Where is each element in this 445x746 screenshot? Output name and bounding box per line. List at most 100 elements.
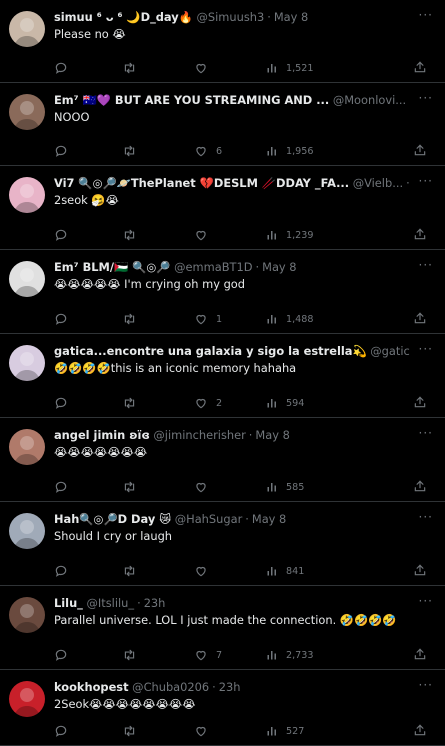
views-button[interactable]: 1,521 — [266, 58, 313, 78]
retweet-button[interactable] — [122, 645, 145, 665]
author-handle[interactable]: @Simuush3 — [197, 10, 265, 24]
more-icon[interactable]: ··· — [419, 173, 433, 190]
author-name[interactable]: Hah🔍◎🔎D Day 😿 — [54, 512, 171, 526]
like-button[interactable] — [194, 225, 216, 245]
views-button[interactable]: 841 — [266, 561, 304, 581]
like-button[interactable]: 1 — [194, 309, 222, 329]
like-button[interactable]: 2 — [194, 393, 222, 413]
views-button[interactable]: 585 — [266, 477, 304, 497]
like-button[interactable] — [194, 561, 216, 581]
tweet-item[interactable]: Vi7 🔍◎🔎🪐ThePlanet 💔DESLM 🥢DDAY _FA... @V… — [0, 166, 445, 250]
share-button[interactable] — [413, 721, 433, 741]
reply-button[interactable] — [54, 561, 76, 581]
author-handle[interactable]: @jimincherisher — [153, 428, 245, 442]
avatar[interactable] — [9, 429, 45, 465]
retweet-button[interactable] — [122, 58, 145, 78]
timestamp[interactable]: May 8 — [274, 10, 308, 24]
author-name[interactable]: Em⁷ BLM/🇵🇸 🔍◎🔎 — [54, 260, 171, 274]
tweet-item[interactable]: gatica...encontre una galaxia y sigo la … — [0, 334, 445, 418]
more-icon[interactable]: ··· — [419, 7, 433, 24]
more-icon[interactable]: ··· — [419, 341, 433, 358]
avatar[interactable] — [9, 94, 45, 130]
more-icon[interactable]: ··· — [419, 593, 433, 610]
author-name[interactable]: kookhopest — [54, 680, 129, 694]
retweet-button[interactable] — [122, 225, 145, 245]
author-handle[interactable]: @gaticafl — [370, 344, 410, 358]
reply-button[interactable] — [54, 393, 76, 413]
author-name[interactable]: Em⁷ 🇦🇺💜 BUT ARE YOU STREAMING AND ... — [54, 93, 329, 107]
author-handle[interactable]: @emmaBT1D — [174, 260, 252, 274]
author-handle[interactable]: @Chuba0206 — [132, 680, 209, 694]
tweet-item[interactable]: kookhopest @Chuba0206 · 23h ··· 2Seok😭😭😭😭😭😭😭… — [0, 670, 445, 746]
author-handle[interactable]: @HahSugar — [175, 512, 243, 526]
views-button[interactable]: 1,239 — [266, 225, 313, 245]
share-button[interactable] — [413, 393, 433, 413]
more-icon[interactable]: ··· — [419, 509, 433, 526]
views-button[interactable]: 1,488 — [266, 309, 313, 329]
like-button[interactable] — [194, 721, 216, 741]
avatar[interactable] — [9, 177, 45, 213]
reply-button[interactable] — [54, 309, 76, 329]
retweet-button[interactable] — [122, 561, 145, 581]
timestamp[interactable]: 23h — [219, 680, 241, 694]
retweet-button[interactable] — [122, 393, 145, 413]
views-button[interactable]: 594 — [266, 393, 304, 413]
reply-button[interactable] — [54, 477, 76, 497]
avatar[interactable] — [9, 513, 45, 549]
retweet-button[interactable] — [122, 477, 145, 497]
author-name[interactable]: angel jimin ʚïɞ — [54, 428, 150, 442]
retweet-button[interactable] — [122, 721, 145, 741]
like-button[interactable] — [194, 477, 216, 497]
more-icon[interactable]: ··· — [419, 425, 433, 442]
like-button[interactable]: 7 — [194, 645, 222, 665]
tweet-item[interactable]: Em⁷ 🇦🇺💜 BUT ARE YOU STREAMING AND ... @M… — [0, 83, 445, 166]
author-name[interactable]: Lilu_ — [54, 596, 83, 610]
author-handle[interactable]: @Itslilu_ — [87, 596, 135, 610]
share-button[interactable] — [413, 645, 433, 665]
avatar[interactable] — [9, 681, 45, 717]
reply-button[interactable] — [54, 721, 76, 741]
reply-icon — [54, 724, 68, 738]
tweet-text: 2seok 🤧😭 — [54, 193, 119, 207]
reply-button[interactable] — [54, 141, 76, 161]
share-button[interactable] — [413, 477, 433, 497]
tweet-item[interactable]: Em⁷ BLM/🇵🇸 🔍◎🔎 @emmaBT1D · May 8 ··· 😭😭😭😭😭 I… — [0, 250, 445, 334]
timestamp[interactable]: 23h — [144, 596, 166, 610]
author-name[interactable]: simuu ⁶ ᴗ ⁶ 🌙D_day🔥 — [54, 10, 193, 24]
reply-button[interactable] — [54, 225, 76, 245]
timestamp[interactable]: May 8 — [262, 260, 296, 274]
share-button[interactable] — [413, 309, 433, 329]
author-name[interactable]: gatica...encontre una galaxia y sigo la … — [54, 344, 367, 358]
timestamp[interactable]: May 8 — [252, 512, 286, 526]
share-button[interactable] — [413, 141, 433, 161]
more-icon[interactable]: ··· — [419, 90, 433, 107]
views-button[interactable]: 527 — [266, 721, 304, 741]
tweet-item[interactable]: simuu ⁶ ᴗ ⁶ 🌙D_day🔥 @Simuush3 · May 8 ··· Pl… — [0, 0, 445, 83]
reply-button[interactable] — [54, 645, 76, 665]
share-button[interactable] — [413, 225, 433, 245]
share-button[interactable] — [413, 561, 433, 581]
tweet-item[interactable]: Hah🔍◎🔎D Day 😿 @HahSugar · May 8 ··· Should I… — [0, 502, 445, 586]
reply-button[interactable] — [54, 58, 76, 78]
like-button[interactable] — [194, 58, 216, 78]
more-icon[interactable]: ··· — [419, 677, 433, 694]
views-button[interactable]: 1,956 — [266, 141, 313, 161]
author-handle[interactable]: @Moonlovi... — [333, 93, 406, 107]
avatar[interactable] — [9, 597, 45, 633]
tweet-item[interactable]: Lilu_ @Itslilu_ · 23h ··· Parallel universe.… — [0, 586, 445, 670]
tweet-text: Parallel universe. LOL I just made the c… — [54, 613, 397, 627]
share-button[interactable] — [413, 58, 433, 78]
avatar[interactable] — [9, 261, 45, 297]
author-name[interactable]: Vi7 🔍◎🔎🪐ThePlanet 💔DESLM 🥢DDAY _FA... — [54, 176, 349, 190]
like-button[interactable]: 6 — [194, 141, 222, 161]
retweet-button[interactable] — [122, 309, 145, 329]
retweet-button[interactable] — [122, 141, 145, 161]
timestamp[interactable]: May 8 — [255, 428, 289, 442]
views-button[interactable]: 2,733 — [266, 645, 313, 665]
avatar[interactable] — [9, 345, 45, 381]
reply-icon — [54, 61, 68, 75]
avatar[interactable] — [9, 11, 45, 47]
author-handle[interactable]: @Vielb... — [353, 176, 403, 190]
more-icon[interactable]: ··· — [419, 257, 433, 274]
tweet-item[interactable]: angel jimin ʚïɞ @jimincherisher · May 8 ···… — [0, 418, 445, 502]
